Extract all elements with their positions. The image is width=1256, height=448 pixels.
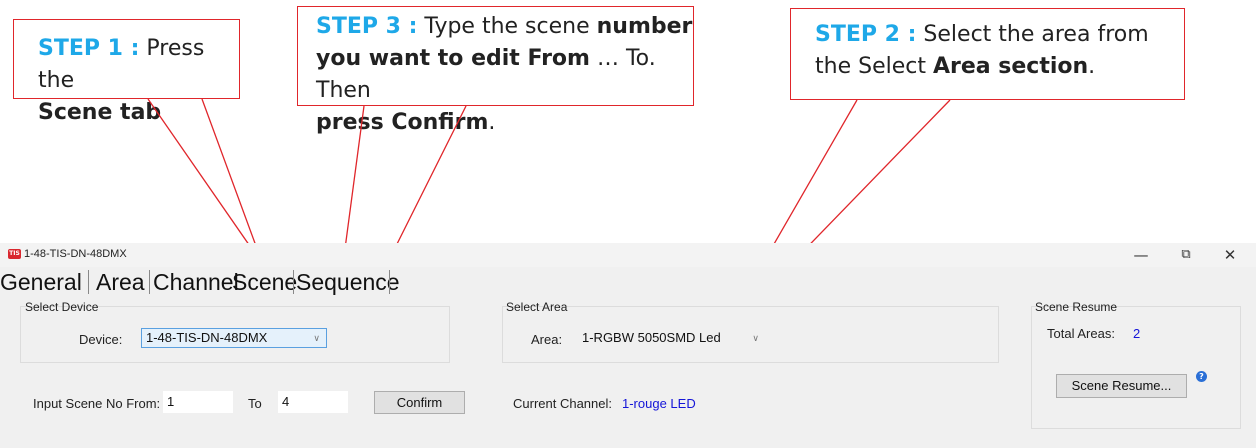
close-button[interactable]: ✕ [1215, 245, 1245, 265]
tab-divider [389, 270, 390, 294]
chevron-down-icon: ∨ [752, 333, 759, 343]
app-window: TIS 1-48-TIS-DN-48DMX — ⧉ ✕ General Area… [0, 243, 1256, 448]
restore-button[interactable]: ⧉ [1171, 245, 1201, 265]
current-channel-label: Current Channel: [513, 396, 612, 411]
tab-area[interactable]: Area [96, 268, 145, 296]
callout-step-1-label: STEP 1 : [38, 36, 140, 61]
current-channel-value: 1-rouge LED [622, 396, 696, 411]
select-area-label: Select Area [506, 300, 568, 314]
window-title: 1-48-TIS-DN-48DMX [24, 248, 127, 260]
pointer-step-1-right [201, 98, 264, 266]
area-dropdown-value: 1-RGBW 5050SMD Led [582, 330, 721, 345]
device-dropdown[interactable]: 1-48-TIS-DN-48DMX ∨ [141, 328, 327, 348]
area-dropdown[interactable]: 1-RGBW 5050SMD Led ∨ [577, 328, 766, 348]
callout-step-3-label: STEP 3 : [316, 14, 418, 39]
title-bar: TIS 1-48-TIS-DN-48DMX — ⧉ ✕ [0, 243, 1256, 267]
total-areas-label: Total Areas: [1047, 326, 1115, 341]
app-logo-icon: TIS [8, 249, 21, 259]
callout-step-2-text3: . [1088, 54, 1096, 79]
callout-step-2-text: Select the area from [916, 22, 1149, 47]
callout-step-3-bold-number: number [596, 14, 693, 39]
scene-from-input[interactable]: 1 [163, 391, 233, 413]
scene-resume-group [1031, 306, 1241, 429]
callout-step-2: STEP 2 : Select the area from the Select… [790, 8, 1185, 100]
area-label: Area: [531, 332, 563, 347]
scene-from-label: Input Scene No From: [33, 396, 161, 411]
chevron-down-icon: ∨ [313, 333, 320, 343]
device-label: Device: [79, 332, 123, 347]
device-dropdown-value: 1-48-TIS-DN-48DMX [146, 330, 268, 345]
scene-resume-button[interactable]: Scene Resume... [1056, 374, 1187, 398]
help-icon[interactable]: ? [1196, 371, 1207, 382]
callout-step-3-text: Type the scene [417, 14, 597, 39]
select-device-label: Select Device [25, 300, 99, 314]
callout-step-2-bold: Area section [932, 54, 1089, 79]
tab-channel[interactable]: Channel [153, 268, 239, 296]
callout-step-3-bold-edit: you want to edit From [316, 46, 590, 71]
minimize-button[interactable]: — [1126, 245, 1156, 265]
scene-resume-label: Scene Resume [1035, 300, 1118, 314]
total-areas-value: 2 [1133, 326, 1141, 341]
pointer-step-1-left [147, 98, 264, 266]
scene-to-input[interactable]: 4 [278, 391, 348, 413]
tab-divider [88, 270, 89, 294]
tab-general[interactable]: General [0, 268, 82, 296]
callout-step-3: STEP 3 : Type the scene number you want … [297, 6, 694, 135]
callout-step-2-label: STEP 2 : [815, 22, 917, 47]
callout-step-1: STEP 1 : Press the Scene tab [13, 19, 240, 125]
callout-step-1-bold: Scene tab [38, 100, 162, 125]
callout-step-2-text2: the Select [815, 54, 933, 79]
callout-step-3-text3: . [488, 110, 496, 135]
tab-divider [149, 270, 150, 294]
scene-to-label: To [248, 396, 262, 411]
confirm-button[interactable]: Confirm [374, 391, 465, 414]
tab-divider [293, 270, 294, 294]
tab-sequence[interactable]: Sequence [296, 268, 400, 296]
tab-scene[interactable]: Scene [232, 268, 297, 296]
callout-step-3-bold-confirm: press Confirm [316, 110, 489, 135]
